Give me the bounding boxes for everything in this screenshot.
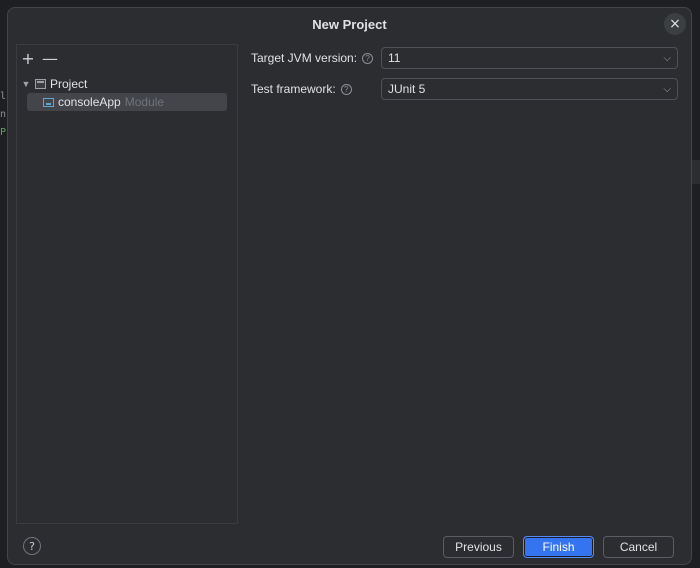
test-framework-row: Test framework: ? <box>251 78 352 100</box>
cancel-button[interactable]: Cancel <box>603 536 674 558</box>
plus-icon: + <box>21 49 35 68</box>
jvm-version-label: Target JVM version: <box>251 51 358 65</box>
tree-toolbar: + — <box>21 49 58 69</box>
tree-item-project[interactable]: ▼ Project <box>19 75 88 93</box>
dialog-title: New Project <box>312 16 387 32</box>
chevron-down-icon: ⌵ <box>663 83 671 95</box>
jvm-version-select[interactable]: 11 ⌵ <box>381 47 678 69</box>
new-project-dialog: New Project × + — ▼ Project consoleApp M… <box>7 7 692 565</box>
help-icon: ? <box>29 539 35 553</box>
close-button[interactable]: × <box>664 13 686 35</box>
test-framework-value: JUnit 5 <box>388 82 426 96</box>
minus-icon: — <box>42 49 58 68</box>
previous-button[interactable]: Previous <box>443 536 514 558</box>
test-framework-select[interactable]: JUnit 5 ⌵ <box>381 78 678 100</box>
module-type: Module <box>124 95 165 109</box>
remove-module-button[interactable]: — <box>42 49 58 68</box>
dialog-titlebar: New Project × <box>8 8 691 40</box>
close-icon: × <box>669 16 681 32</box>
module-name: consoleApp <box>58 95 121 109</box>
module-tree-panel: + — ▼ Project consoleApp Module <box>16 44 238 524</box>
tree-item-project-label: Project <box>50 77 88 91</box>
test-framework-label: Test framework: <box>251 82 336 96</box>
help-icon[interactable]: ? <box>340 83 352 95</box>
chevron-down-icon: ⌵ <box>663 52 671 64</box>
chevron-down-icon[interactable]: ▼ <box>19 77 33 91</box>
finish-button[interactable]: Finish <box>523 536 594 558</box>
help-button[interactable]: ? <box>23 537 41 555</box>
tree-item-module[interactable]: consoleApp Module <box>27 93 227 111</box>
help-icon[interactable]: ? <box>362 52 374 64</box>
add-module-button[interactable]: + <box>21 49 35 68</box>
settings-pane: Target JVM version: ? 11 ⌵ Test framewor… <box>244 44 684 524</box>
project-folder-icon <box>35 79 46 89</box>
jvm-version-row: Target JVM version: ? <box>251 47 374 69</box>
module-icon <box>43 97 54 107</box>
jvm-version-value: 11 <box>388 51 401 65</box>
